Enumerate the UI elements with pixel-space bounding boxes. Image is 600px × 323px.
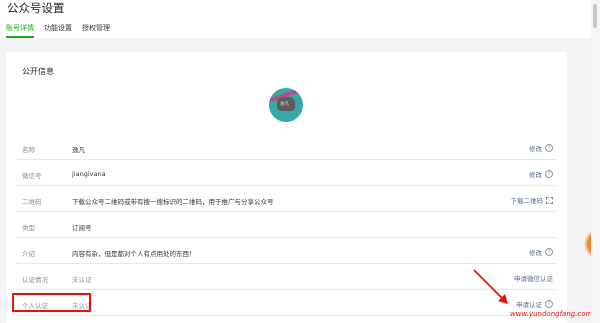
row-label: 微信号 (22, 172, 42, 180)
row-intro: 介绍 内容有杂，但是都对个人有点用处的东西！ 修改 ? (16, 240, 557, 264)
row-value: 下载公众号二维码或带有搜一搜标识的二维码，用于推广与分享公众号 (72, 198, 274, 206)
row-value: jiangivana (72, 170, 106, 178)
qrcode-icon (546, 196, 553, 204)
tab-bar: 账号详情 功能设置 授权管理 (6, 21, 110, 38)
annotation-highlight-box (12, 293, 91, 312)
top-bar: 公众号设置 账号详情 功能设置 授权管理 (0, 0, 600, 38)
action-label: 修改 (529, 171, 542, 179)
scrollbar[interactable] (591, 0, 600, 323)
action-label: 修改 (529, 249, 542, 257)
help-icon[interactable]: ? (545, 170, 553, 178)
row-type: 类型 订阅号 (16, 214, 557, 238)
download-qrcode-button[interactable]: 下载二维码 (510, 195, 553, 205)
annotation-arrow-icon (473, 269, 508, 304)
section-title: 公开信息 (22, 67, 54, 76)
row-wechat-id: 微信号 jiangivana 修改 ? (16, 162, 557, 186)
help-icon[interactable]: ? (545, 144, 553, 152)
row-label: 类型 (22, 224, 35, 232)
row-value: 内容有杂，但是都对个人有点用处的东西！ (72, 250, 196, 258)
watermark: www.yundongfang.com (510, 310, 593, 318)
apply-wechat-verification-button[interactable]: 申请微信认证 (514, 273, 553, 283)
edit-intro-button[interactable]: 修改 ? (529, 247, 553, 257)
action-label: 申请微信认证 (514, 275, 553, 283)
tab-feature-settings[interactable]: 功能设置 (44, 21, 72, 38)
edit-wechat-id-button[interactable]: 修改 ? (529, 169, 553, 179)
avatar-text: 逸凡 (280, 102, 289, 107)
action-label: 申请认证 (516, 301, 542, 309)
scrollbar-thumb[interactable] (593, 4, 597, 28)
page-title: 公众号设置 (7, 1, 65, 15)
row-label: 二维码 (22, 198, 42, 206)
edit-name-button[interactable]: 修改 ? (529, 143, 553, 153)
apply-personal-verification-button[interactable]: 申请认证 ? (516, 299, 553, 309)
row-name: 名称 逸凡 修改 ? (16, 136, 557, 160)
row-value: 订阅号 (72, 224, 92, 232)
avatar[interactable]: 逸凡 (269, 88, 303, 122)
help-icon[interactable]: ? (545, 248, 553, 256)
row-value: 逸凡 (72, 146, 85, 154)
row-qrcode: 二维码 下载公众号二维码或带有搜一搜标识的二维码，用于推广与分享公众号 下载二维… (16, 188, 557, 212)
help-icon[interactable]: ? (545, 300, 553, 308)
tab-authorization[interactable]: 授权管理 (82, 21, 110, 38)
row-label: 认证情况 (22, 276, 48, 284)
row-label: 介绍 (22, 250, 35, 258)
row-label: 名称 (22, 146, 35, 154)
row-value: 未认证 (72, 276, 92, 284)
action-label: 修改 (529, 145, 542, 153)
tab-account-details[interactable]: 账号详情 (6, 21, 34, 38)
action-label: 下载二维码 (510, 197, 544, 205)
